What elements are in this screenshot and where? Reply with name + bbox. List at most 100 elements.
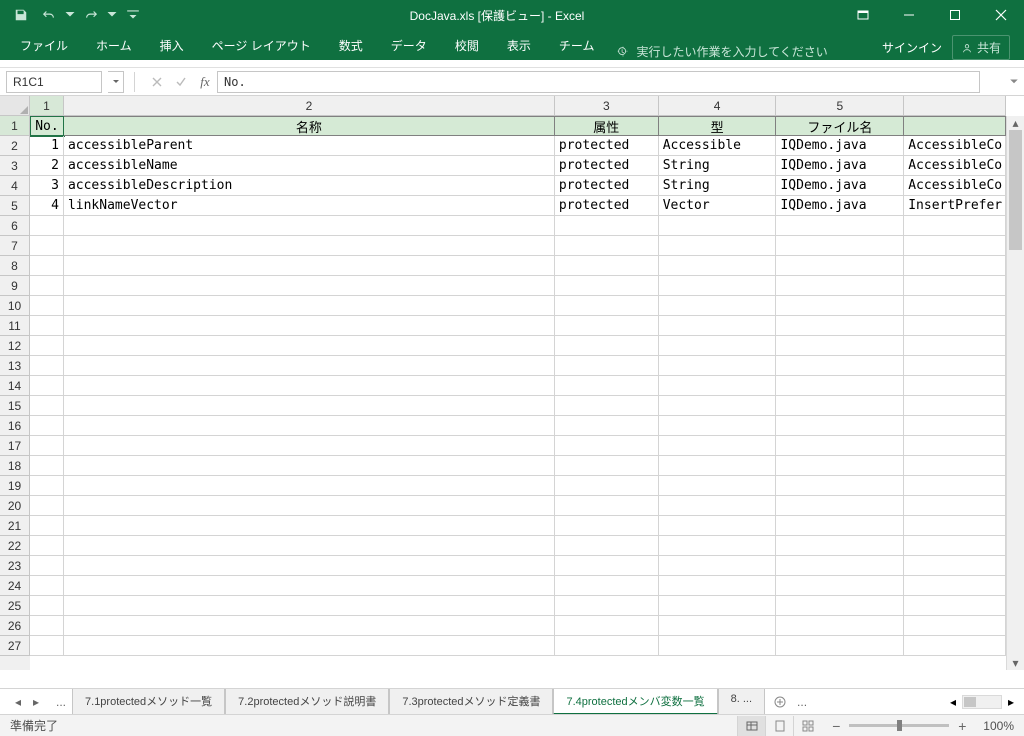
table-cell[interactable]: [904, 396, 1006, 416]
column-header[interactable]: 5: [776, 96, 904, 116]
row-header[interactable]: 8: [0, 256, 30, 276]
sheet-tab[interactable]: 7.2protectedメソッド説明書: [225, 689, 389, 715]
table-cell[interactable]: [659, 536, 777, 556]
table-cell[interactable]: AccessibleCo: [904, 136, 1006, 156]
scroll-down-icon[interactable]: ▾: [1007, 656, 1024, 670]
zoom-slider[interactable]: [849, 724, 949, 727]
table-cell[interactable]: linkNameVector: [64, 196, 555, 216]
table-header-cell[interactable]: ファイル名: [776, 116, 904, 136]
table-header-cell[interactable]: 型: [659, 116, 777, 136]
table-cell[interactable]: [659, 236, 777, 256]
table-cell[interactable]: [776, 556, 904, 576]
table-cell[interactable]: [30, 416, 64, 436]
table-cell[interactable]: [659, 556, 777, 576]
table-cell[interactable]: [30, 596, 64, 616]
undo-dropdown-icon[interactable]: [64, 2, 76, 28]
table-cell[interactable]: [776, 456, 904, 476]
table-cell[interactable]: [776, 296, 904, 316]
normal-view-button[interactable]: [737, 716, 765, 736]
table-cell[interactable]: [64, 416, 555, 436]
table-cell[interactable]: IQDemo.java: [776, 196, 904, 216]
table-cell[interactable]: [904, 636, 1006, 656]
row-header[interactable]: 15: [0, 396, 30, 416]
table-cell[interactable]: [555, 216, 659, 236]
zoom-slider-thumb[interactable]: [897, 720, 902, 731]
row-header[interactable]: 7: [0, 236, 30, 256]
table-cell[interactable]: [555, 496, 659, 516]
row-header[interactable]: 1: [0, 116, 30, 136]
table-cell[interactable]: [904, 516, 1006, 536]
undo-button[interactable]: [36, 2, 62, 28]
cells-area[interactable]: No.名称属性型ファイル名1accessibleParentprotectedA…: [30, 116, 1006, 670]
table-cell[interactable]: [904, 496, 1006, 516]
table-cell[interactable]: [30, 296, 64, 316]
ribbon-display-button[interactable]: [840, 0, 886, 30]
table-cell[interactable]: [555, 316, 659, 336]
formula-input[interactable]: No.: [217, 71, 980, 93]
table-cell[interactable]: protected: [555, 196, 659, 216]
row-header[interactable]: 12: [0, 336, 30, 356]
table-cell[interactable]: [64, 336, 555, 356]
tab-team[interactable]: チーム: [545, 31, 609, 60]
sign-in-link[interactable]: サインイン: [882, 39, 942, 56]
table-cell[interactable]: [904, 336, 1006, 356]
table-cell[interactable]: [659, 516, 777, 536]
column-header[interactable]: 2: [64, 96, 555, 116]
table-cell[interactable]: [904, 236, 1006, 256]
table-cell[interactable]: [904, 256, 1006, 276]
name-box-dropdown[interactable]: [108, 71, 124, 93]
table-cell[interactable]: [555, 336, 659, 356]
tab-review[interactable]: 校閲: [441, 31, 493, 60]
row-header[interactable]: 11: [0, 316, 30, 336]
row-header[interactable]: 6: [0, 216, 30, 236]
row-header[interactable]: 20: [0, 496, 30, 516]
table-cell[interactable]: [776, 636, 904, 656]
table-cell[interactable]: [555, 476, 659, 496]
table-cell[interactable]: [64, 356, 555, 376]
table-cell[interactable]: [64, 256, 555, 276]
table-cell[interactable]: [904, 576, 1006, 596]
row-header[interactable]: 2: [0, 136, 30, 156]
table-cell[interactable]: [64, 536, 555, 556]
column-header[interactable]: 4: [659, 96, 777, 116]
table-cell[interactable]: [30, 556, 64, 576]
share-button[interactable]: 共有: [952, 35, 1010, 60]
table-cell[interactable]: [659, 276, 777, 296]
table-cell[interactable]: [555, 436, 659, 456]
page-layout-view-button[interactable]: [765, 716, 793, 736]
table-cell[interactable]: [64, 396, 555, 416]
table-cell[interactable]: 2: [30, 156, 64, 176]
table-cell[interactable]: [30, 376, 64, 396]
table-cell[interactable]: [30, 476, 64, 496]
table-cell[interactable]: [904, 416, 1006, 436]
table-cell[interactable]: [555, 556, 659, 576]
vertical-scroll-thumb[interactable]: [1009, 130, 1022, 250]
table-cell[interactable]: protected: [555, 156, 659, 176]
table-cell[interactable]: [659, 496, 777, 516]
new-sheet-button[interactable]: [769, 696, 791, 708]
sheet-nav-next[interactable]: ▸: [28, 693, 44, 711]
insert-function-button[interactable]: fx: [193, 71, 217, 93]
table-cell[interactable]: [64, 576, 555, 596]
table-cell[interactable]: accessibleParent: [64, 136, 555, 156]
table-cell[interactable]: [904, 356, 1006, 376]
table-cell[interactable]: [659, 436, 777, 456]
table-cell[interactable]: [659, 216, 777, 236]
column-header[interactable]: [904, 96, 1006, 116]
table-cell[interactable]: [659, 336, 777, 356]
row-header[interactable]: 16: [0, 416, 30, 436]
table-cell[interactable]: 4: [30, 196, 64, 216]
table-cell[interactable]: [64, 316, 555, 336]
tab-view[interactable]: 表示: [493, 31, 545, 60]
row-header[interactable]: 22: [0, 536, 30, 556]
table-cell[interactable]: AccessibleCo: [904, 176, 1006, 196]
column-header[interactable]: 3: [555, 96, 659, 116]
row-header[interactable]: 25: [0, 596, 30, 616]
table-cell[interactable]: [30, 436, 64, 456]
table-cell[interactable]: [555, 616, 659, 636]
table-cell[interactable]: IQDemo.java: [776, 176, 904, 196]
table-cell[interactable]: [555, 456, 659, 476]
sheet-nav-prev[interactable]: ◂: [10, 693, 26, 711]
table-cell[interactable]: [904, 216, 1006, 236]
table-cell[interactable]: protected: [555, 136, 659, 156]
